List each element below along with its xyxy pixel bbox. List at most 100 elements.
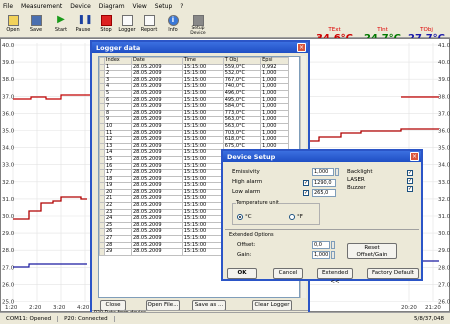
y-tick-label-right: 41.0 [438,43,450,49]
toolbar: Open Save ▶ Start ❚❚ Pause Stop Logger Rep… [0,12,450,44]
low-alarm-label: Low alarm [232,189,261,195]
y-tick-label-right: 34.0 [438,163,450,169]
fahrenheit-radio[interactable] [289,214,295,220]
offset-spinner[interactable] [331,241,335,249]
y-tick-label-right: 36.0 [438,129,450,135]
y-tick-label: 34.0 [2,146,15,152]
y-tick-label: 36.0 [2,111,15,117]
y-tick-label-right: 28.0 [438,265,450,271]
y-tick-label: 33.0 [2,163,15,169]
y-tick-label: 31.0 [2,197,15,203]
info-button[interactable]: i Info [163,14,183,36]
fahrenheit-label: °F [297,214,303,220]
y-tick-label-right: 27.0 [438,282,450,288]
start-button[interactable]: ▶ Start [51,14,71,36]
device-setup-titlebar[interactable]: Device Setup [223,151,421,162]
high-alarm-checkbox[interactable]: ✓ [303,180,309,186]
low-alarm-field[interactable]: 265,0 [312,189,336,197]
logger-label: Logger [118,27,136,33]
logger-button[interactable]: Logger [117,14,137,36]
y-tick-label: 35.0 [2,129,15,135]
extended-options-label: Extended Options [229,232,274,238]
gain-spinner[interactable] [331,251,335,259]
report-label: Report [140,27,158,33]
y-tick-label: 38.0 [2,77,15,83]
menu-setup[interactable]: Setup [155,3,172,10]
high-alarm-label: High alarm [232,179,263,185]
device-setup-title: Device Setup [227,152,276,161]
table-cell: 28.05.2009 [130,155,183,164]
emissivity-spinner[interactable] [335,168,339,176]
stop-button[interactable]: Stop [96,14,116,36]
open-button[interactable]: Open [3,14,23,36]
menu-device[interactable]: Device [70,3,91,10]
divider [225,229,419,230]
factory-default-button[interactable]: Factory Default [367,268,419,279]
y-tick-label: 28.0 [2,248,15,254]
high-alarm-field[interactable]: 1290,0 [312,179,336,187]
folder-icon [7,15,19,26]
device-setup-dialog: Device Setup × Emissivity 1,000 High ala… [221,149,423,285]
emissivity-field[interactable]: 1,000 [312,168,334,176]
setup-device-label: Setup Device [190,26,206,36]
y-tick-label-right: 31.0 [438,214,450,220]
floppy-icon [30,15,42,26]
menu-help[interactable]: ? [180,3,183,10]
setup-device-button[interactable]: Setup Device [186,14,210,36]
y-tick-label: 40.0 [2,43,15,49]
y-tick-label-right: 40.0 [438,60,450,66]
cancel-button[interactable]: Cancel [273,268,303,279]
y-tick-label: 39.0 [2,60,15,66]
menu-diagram[interactable]: Diagram [99,3,125,10]
y-tick-label: 32.0 [2,180,15,186]
buzzer-label: Buzzer [347,185,366,191]
backlight-label: Backlight [347,169,373,175]
y-tick-label-right: 33.0 [438,180,450,186]
ok-button[interactable]: OK [227,268,257,279]
menu-view[interactable]: View [133,3,147,10]
pause-icon: ❚❚ [77,15,93,26]
status-com: COM11: Opened [0,315,59,322]
x-tick-label: 2:20 [29,305,42,311]
stop-icon [100,15,112,26]
status-bar: COM11: Opened P20: Connected 5/8/37,048 [0,312,450,324]
play-icon: ▶ [55,14,67,26]
save-button[interactable]: Save [26,14,46,36]
reset-offset-gain-button[interactable]: Reset Offset/Gain [347,243,397,259]
info-icon: i [167,15,179,26]
status-counter: 5/8/37,048 [414,315,444,322]
extended-button[interactable]: Extended << [317,268,353,285]
backlight-checkbox[interactable]: ✓ [407,170,413,176]
logger-titlebar[interactable]: Logger data [92,42,308,53]
report-button[interactable]: Report [139,14,159,36]
report-icon [143,15,155,26]
info-label: Info [168,27,178,33]
gain-field[interactable]: 1,000 [312,251,330,259]
open-label: Open [6,27,20,33]
series-tobj-red-line-right [301,128,439,142]
close-icon[interactable]: × [297,43,306,52]
y-tick-label-right: 39.0 [438,77,450,83]
pause-button[interactable]: ❚❚ Pause [73,14,93,36]
laser-checkbox[interactable]: ✓ [407,178,413,184]
menu-measurement[interactable]: Measurement [21,3,62,10]
emissivity-label: Emissivity [232,169,260,175]
celsius-radio[interactable] [237,214,243,220]
laser-label: LASER [347,177,365,183]
low-alarm-checkbox[interactable]: ✓ [303,190,309,196]
offset-field[interactable]: 0,0 [312,241,330,249]
celsius-label: °C [245,214,252,220]
device-icon [192,15,204,26]
x-tick-label: 1:20 [5,305,18,311]
y-axis-right: 41.0 40.0 39.0 38.0 37.0 36.0 35.0 34.0 33.0 32.0… [438,43,450,306]
y-tick-label-right: 37.0 [438,111,450,117]
close-icon[interactable]: × [410,152,419,161]
y-tick-label: 27.0 [2,265,15,271]
buzzer-checkbox[interactable]: ✓ [407,186,413,192]
logger-icon [121,15,133,26]
table-cell: 15 [104,155,132,164]
menu-file[interactable]: File [3,3,13,10]
y-tick-label-right: 32.0 [438,197,450,203]
y-tick-label-right: 29.0 [438,248,450,254]
logger-title: Logger data [96,43,141,52]
